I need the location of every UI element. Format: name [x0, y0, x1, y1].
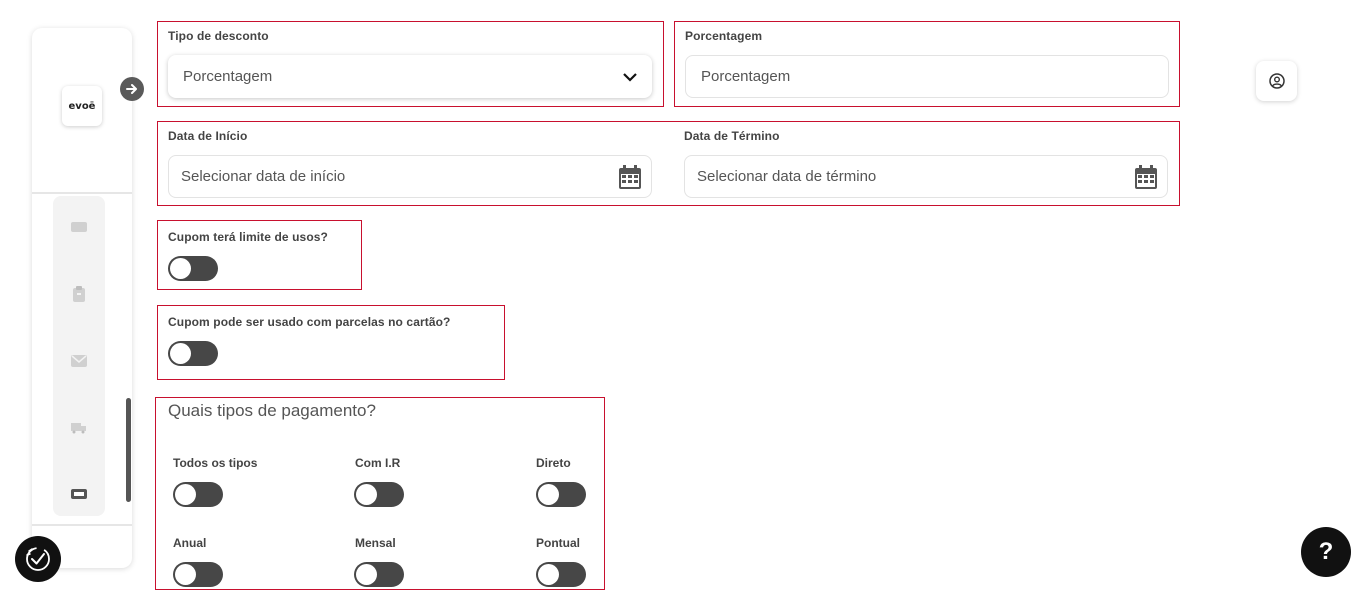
dates-section: Data de Início Selecionar data de início… [157, 121, 1180, 206]
start-date-label: Data de Início [168, 129, 248, 143]
end-date-input[interactable]: Selecionar data de término [684, 155, 1168, 198]
toggle-knob [170, 258, 191, 279]
help-button[interactable]: ? [1301, 527, 1351, 577]
payment-toggle-pontual[interactable] [536, 562, 586, 587]
payment-option-label: Com I.R [355, 456, 401, 470]
help-label: ? [1318, 538, 1334, 565]
sidebar-divider [32, 192, 132, 194]
installments-section: Cupom pode ser usado com parcelas no car… [157, 305, 505, 380]
toggle-knob [538, 564, 559, 585]
profile-button[interactable] [1256, 61, 1297, 101]
user-circle-icon [1268, 73, 1285, 89]
installments-label: Cupom pode ser usado com parcelas no car… [168, 315, 451, 329]
start-date-input[interactable]: Selecionar data de início [168, 155, 652, 198]
toggle-knob [356, 484, 377, 505]
usage-limit-label: Cupom terá limite de usos? [168, 230, 328, 244]
clock-check-icon [26, 547, 50, 571]
truck-icon[interactable] [71, 420, 87, 436]
usage-limit-section: Cupom terá limite de usos? [157, 220, 362, 290]
usage-limit-toggle[interactable] [168, 256, 218, 281]
percentage-input[interactable]: Porcentagem [685, 55, 1169, 98]
payment-option-label: Pontual [536, 536, 580, 550]
payment-option-label: Mensal [355, 536, 396, 550]
payment-option-label: Direto [536, 456, 571, 470]
ticket-icon[interactable] [71, 219, 87, 235]
chevron-down-icon [623, 72, 637, 82]
calendar-icon[interactable] [619, 164, 641, 189]
start-date-placeholder: Selecionar data de início [181, 168, 346, 185]
payment-toggle-mensal[interactable] [354, 562, 404, 587]
toggle-knob [175, 484, 196, 505]
calendar-icon[interactable] [1135, 164, 1157, 189]
logo-text: evoē [68, 100, 96, 112]
clipboard-icon[interactable] [71, 286, 87, 302]
mail-icon[interactable] [71, 353, 87, 369]
payment-toggle-direto[interactable] [536, 482, 586, 507]
end-date-label: Data de Término [684, 129, 780, 143]
discount-type-value: Porcentagem [183, 68, 273, 85]
percentage-section: Porcentagem Porcentagem [674, 21, 1180, 107]
payment-types-title: Quais tipos de pagamento? [168, 401, 376, 420]
payment-types-section: Quais tipos de pagamento? Todos os tipos… [155, 397, 605, 590]
percentage-label: Porcentagem [685, 29, 763, 43]
discount-type-label: Tipo de desconto [168, 29, 269, 43]
sidebar: evoē [32, 28, 132, 568]
discount-type-select[interactable]: Porcentagem [168, 55, 652, 98]
toggle-knob [170, 343, 191, 364]
payment-option-label: Todos os tipos [173, 456, 258, 470]
discount-type-section: Tipo de desconto Porcentagem [157, 21, 664, 107]
end-date-placeholder: Selecionar data de término [697, 168, 877, 185]
expand-sidebar-button[interactable] [120, 77, 144, 101]
payment-toggle-com-ir[interactable] [354, 482, 404, 507]
toggle-knob [356, 564, 377, 585]
payment-option-label: Anual [173, 536, 207, 550]
logo[interactable]: evoē [62, 86, 102, 126]
payment-toggle-todos[interactable] [173, 482, 223, 507]
toggle-knob [175, 564, 196, 585]
toggle-knob [538, 484, 559, 505]
payment-toggle-anual[interactable] [173, 562, 223, 587]
sidebar-divider-bottom [32, 524, 132, 526]
accessibility-button[interactable] [15, 536, 61, 582]
installments-toggle[interactable] [168, 341, 218, 366]
sidebar-scrollbar[interactable] [126, 398, 131, 502]
arrow-right-icon [126, 84, 137, 94]
percentage-placeholder: Porcentagem [701, 68, 791, 85]
coupon-icon[interactable] [71, 486, 87, 502]
